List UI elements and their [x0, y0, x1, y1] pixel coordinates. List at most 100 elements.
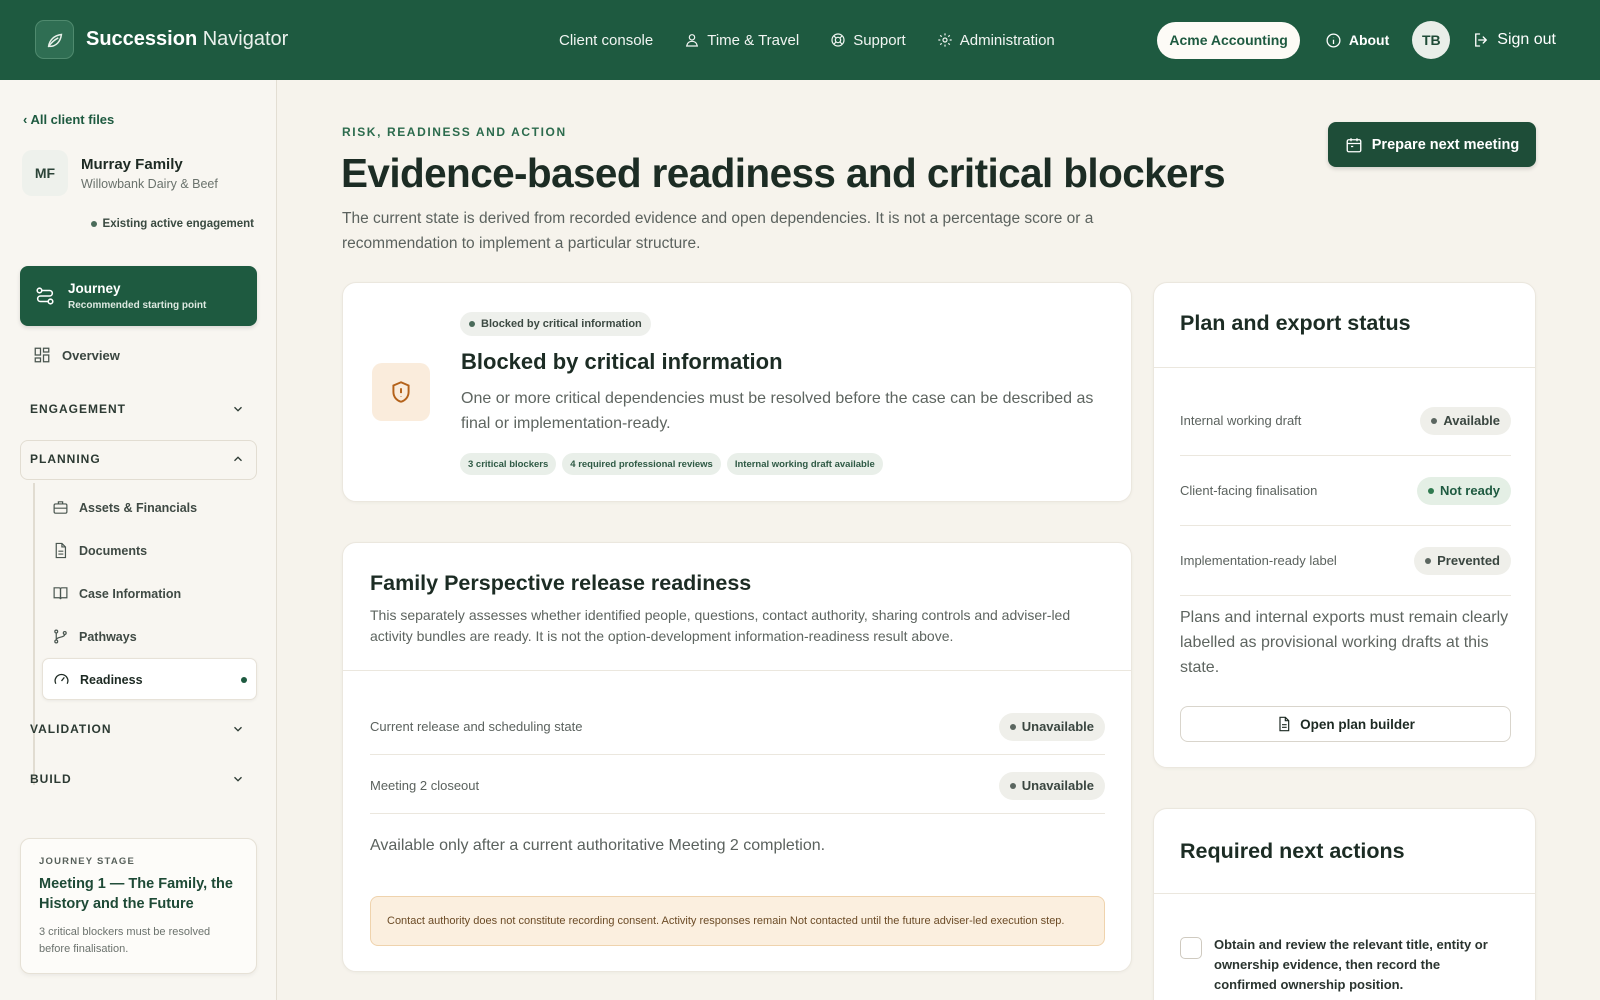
plan-note: Plans and internal exports must remain c… [1180, 609, 1509, 676]
nav-client-console-label: Client console [559, 31, 654, 49]
status-dot [1431, 417, 1438, 424]
journey-stage-title: Meeting 1 — The Family, the History and … [39, 876, 233, 912]
divider [1154, 893, 1535, 894]
nav-client-console[interactable]: Client console [559, 32, 653, 49]
plan-export-status-card: Plan and export status Internal working … [1153, 282, 1536, 768]
sign-out-label: Sign out [1497, 31, 1556, 48]
user-avatar[interactable]: TB [1412, 21, 1451, 59]
client-name: Murray Family [81, 155, 183, 173]
assets-financials-label: Assets & Financials [79, 500, 198, 515]
chevron-up-icon [234, 456, 242, 462]
document-icon [55, 542, 67, 559]
all-client-files-link[interactable]: ‹ All client files [23, 112, 114, 127]
availability-note: Available only after a current authorita… [370, 837, 826, 854]
chevron-down-icon [234, 406, 242, 412]
case-information-label: Case Information [79, 586, 182, 601]
release-state-row: Current release and scheduling state Una… [370, 699, 1105, 755]
chevron-down-icon [234, 726, 242, 732]
plan-row-implementation-label: Implementation-ready label Prevented [1180, 526, 1511, 596]
sign-out-button[interactable]: Sign out [1472, 31, 1556, 49]
planning-rail [33, 483, 35, 785]
client-business: Willowbank Dairy & Beef [81, 176, 218, 191]
section-build[interactable]: BUILD [30, 772, 245, 786]
tag-working-draft: Internal working draft available [726, 453, 883, 475]
divider [343, 670, 1131, 671]
sidebar: ‹ All client files MF Murray Family Will… [0, 80, 277, 1000]
readiness-label: Readiness [80, 672, 143, 687]
action-item: Obtain and review the relevant title, en… [1180, 935, 1494, 995]
nav-support[interactable]: Support [830, 32, 906, 49]
sidebar-item-readiness[interactable]: Readiness [42, 658, 257, 700]
main-nav: Client console Time & Travel Support Adm… [559, 0, 1086, 80]
sidebar-item-journey[interactable]: Journey Recommended starting point [20, 266, 257, 326]
engagement-status-label: Existing active engagement [102, 218, 254, 230]
meeting-2-closeout-label: Meeting 2 closeout [370, 778, 480, 793]
section-engagement[interactable]: ENGAGEMENT [30, 402, 245, 416]
shield-alert-icon [372, 363, 430, 421]
required-actions-card: Required next actions Obtain and review … [1153, 808, 1536, 1000]
sign-out-icon [1475, 33, 1488, 47]
implementation-ready-status-label: Prevented [1437, 553, 1500, 568]
readiness-state-description: One or more critical dependencies must b… [461, 390, 1094, 432]
readiness-tags: 3 critical blockers 4 required professio… [460, 453, 889, 475]
leaf-logo-icon [35, 20, 74, 59]
nav-time-travel-label: Time & Travel [707, 31, 800, 49]
sidebar-item-overview[interactable]: Overview [33, 346, 120, 364]
book-icon [53, 587, 68, 600]
journey-stage-label: JOURNEY STAGE [39, 856, 136, 867]
meeting-2-closeout-status-label: Unavailable [1021, 778, 1094, 793]
sidebar-item-pathways[interactable]: Pathways [52, 628, 137, 645]
nav-time-travel[interactable]: Time & Travel [684, 32, 799, 49]
chevron-down-icon [234, 776, 242, 782]
status-badge: Blocked by critical information [460, 312, 651, 336]
info-icon [1326, 32, 1341, 48]
section-planning[interactable]: PLANNING [30, 452, 245, 466]
account-area: Acme Accounting About TB Sign out [1157, 0, 1556, 80]
open-plan-builder-button[interactable]: Open plan builder [1180, 706, 1511, 742]
brand-name-light: Navigator [202, 28, 289, 50]
sidebar-item-documents[interactable]: Documents [52, 542, 147, 559]
section-engagement-label: ENGAGEMENT [30, 402, 127, 416]
organisation-switcher[interactable]: Acme Accounting [1157, 21, 1300, 59]
journey-stage-note: 3 critical blockers must be resolved bef… [39, 926, 211, 955]
grid-icon [34, 347, 50, 363]
sidebar-item-assets-financials[interactable]: Assets & Financials [52, 499, 197, 516]
client-finalisation-label: Client-facing finalisation [1180, 483, 1318, 498]
section-validation[interactable]: VALIDATION [30, 722, 245, 736]
sidebar-item-case-information[interactable]: Case Information [52, 585, 181, 602]
release-state-label: Current release and scheduling state [370, 719, 583, 734]
gauge-icon [54, 673, 69, 685]
overview-label: Overview [62, 347, 120, 363]
page-eyebrow: RISK, READINESS AND ACTION [342, 125, 567, 139]
route-icon [36, 287, 54, 305]
tag-professional-reviews: 4 required professional reviews [562, 453, 721, 475]
implementation-ready-label: Implementation-ready label [1180, 553, 1337, 568]
active-indicator [241, 677, 247, 683]
brand[interactable]: Succession Navigator [35, 20, 288, 59]
nav-support-label: Support [853, 31, 906, 49]
calendar-icon [1346, 137, 1362, 152]
gear-icon [938, 33, 952, 47]
brand-name-bold: Succession [86, 28, 198, 50]
status-dot [1428, 487, 1435, 494]
prepare-next-meeting-button[interactable]: Prepare next meeting [1328, 122, 1536, 167]
action-checkbox[interactable] [1180, 937, 1202, 959]
about-label: About [1348, 32, 1390, 48]
pathways-label: Pathways [79, 629, 137, 644]
implementation-ready-status: Prevented [1414, 546, 1511, 575]
family-perspective-description: This separately assesses whether identif… [370, 607, 1071, 644]
about-link[interactable]: About [1325, 32, 1389, 49]
status-badge-label: Blocked by critical information [481, 318, 642, 330]
working-draft-label: Internal working draft [1180, 413, 1302, 428]
meeting-2-closeout-status: Unavailable [998, 771, 1105, 800]
prepare-next-meeting-label: Prepare next meeting [1371, 136, 1520, 153]
nav-administration[interactable]: Administration [937, 32, 1055, 49]
status-dot [1009, 782, 1016, 789]
readiness-state-title: Blocked by critical information [461, 349, 783, 374]
lifebuoy-icon [831, 33, 845, 47]
brand-name: Succession Navigator [86, 28, 288, 51]
section-validation-label: VALIDATION [30, 722, 112, 736]
status-dot [90, 221, 97, 227]
client-finalisation-status-label: Not ready [1440, 483, 1500, 498]
page-intro: The current state is derived from record… [342, 210, 1094, 252]
